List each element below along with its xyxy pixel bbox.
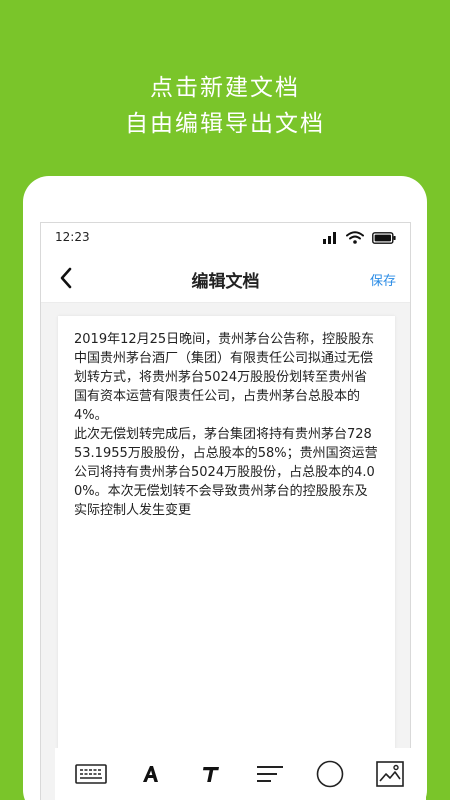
battery-icon (372, 229, 396, 248)
editor-toolbar (55, 748, 426, 800)
promo-line-1: 点击新建文档 (150, 75, 300, 101)
nav-bar: 编辑文档 保存 (41, 253, 410, 303)
status-time: 12:23 (55, 230, 90, 244)
wifi-icon (346, 229, 364, 248)
text-size-icon[interactable] (191, 754, 231, 794)
save-button[interactable]: 保存 (370, 270, 396, 289)
page-title: 编辑文档 (191, 272, 260, 292)
promo-header: 点击新建文档 自由编辑导出文档 (0, 70, 450, 142)
document-body-text[interactable]: 2019年12月25日晚间，贵州茅台公告称，控股股东中国贵州茅台酒厂（集团）有限… (58, 316, 395, 520)
promo-line-2: 自由编辑导出文档 (125, 111, 325, 137)
align-icon[interactable] (250, 754, 290, 794)
document-editor[interactable]: 2019年12月25日晚间，贵州茅台公告称，控股股东中国贵州茅台酒厂（集团）有限… (58, 316, 395, 786)
image-icon[interactable] (370, 754, 410, 794)
shape-icon[interactable] (310, 754, 350, 794)
app-screen: 12:23 编辑文档 保存 2019年12月25日晚间，贵州茅台公告称，控股股东… (40, 222, 411, 800)
font-style-icon[interactable] (131, 754, 171, 794)
signal-icon (322, 229, 338, 248)
status-bar: 12:23 (41, 223, 410, 253)
keyboard-icon[interactable] (71, 754, 111, 794)
status-icons (322, 229, 396, 248)
